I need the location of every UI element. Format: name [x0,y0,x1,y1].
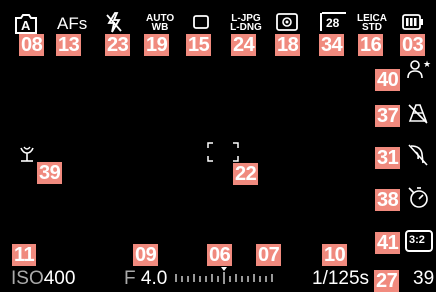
label-19: 19 [144,34,170,56]
self-timer-icon [407,186,429,214]
macro-icon [17,145,37,169]
svg-text:★: ★ [423,59,431,69]
label-13: 13 [56,34,82,56]
exposure-mode-icon: A [13,13,39,35]
file-format: L-JPG L-DNG [229,14,263,33]
label-31: 31 [375,147,401,169]
focus-frame [207,142,239,162]
label-22: 22 [233,163,259,185]
label-18: 18 [275,34,301,56]
user-profile-icon: ★ [405,58,431,88]
label-08: 08 [19,34,45,56]
focus-mode: AFs [57,14,88,33]
label-41: 41 [375,232,401,254]
wb-line2: WB [151,22,169,33]
remaining-frames-box: 28 [320,12,346,31]
label-10: 10 [322,244,348,266]
label-11: 11 [12,244,37,266]
label-07: 07 [256,244,282,266]
label-34: 34 [319,34,345,56]
film-style-line2: STD [362,22,382,33]
aspect-ratio-value: 3:2 [409,234,425,246]
label-37: 37 [375,105,401,127]
aperture-readout: F 4.0 [124,268,167,290]
label-24: 24 [231,34,257,56]
file-format-line2: L-DNG [230,22,262,33]
label-09: 09 [133,244,159,266]
metering-spot-icon [275,12,299,36]
exposure-mode-label: A [21,18,31,33]
iso-readout: ISO400 [11,268,75,290]
iso-label: ISO [11,268,44,289]
label-16: 16 [358,34,384,56]
label-38: 38 [375,189,401,211]
label-27: 27 [374,270,400,292]
shutter-speed: 1/125s [312,268,370,289]
aperture-label: F [124,268,136,289]
iso-value: 400 [43,268,76,289]
label-39: 39 [37,162,63,184]
drive-single-icon [192,14,210,34]
white-balance: AUTO WB [146,14,174,33]
battery-icon [402,13,424,35]
aspect-ratio-box: 3:2 [405,230,433,252]
stabilization-off-icon [407,143,429,171]
perspective-correction-icon [406,102,430,128]
label-06: 06 [207,244,233,266]
film-style: LEICA STD [357,14,387,33]
exposures-remaining: 39 [413,268,435,289]
remaining-frames-value: 28 [326,16,340,30]
aperture-value: 4.0 [140,268,168,289]
exposure-scale [174,266,274,288]
label-23: 23 [105,34,131,56]
label-40: 40 [375,69,401,91]
label-03: 03 [400,34,426,56]
label-15: 15 [186,34,212,56]
